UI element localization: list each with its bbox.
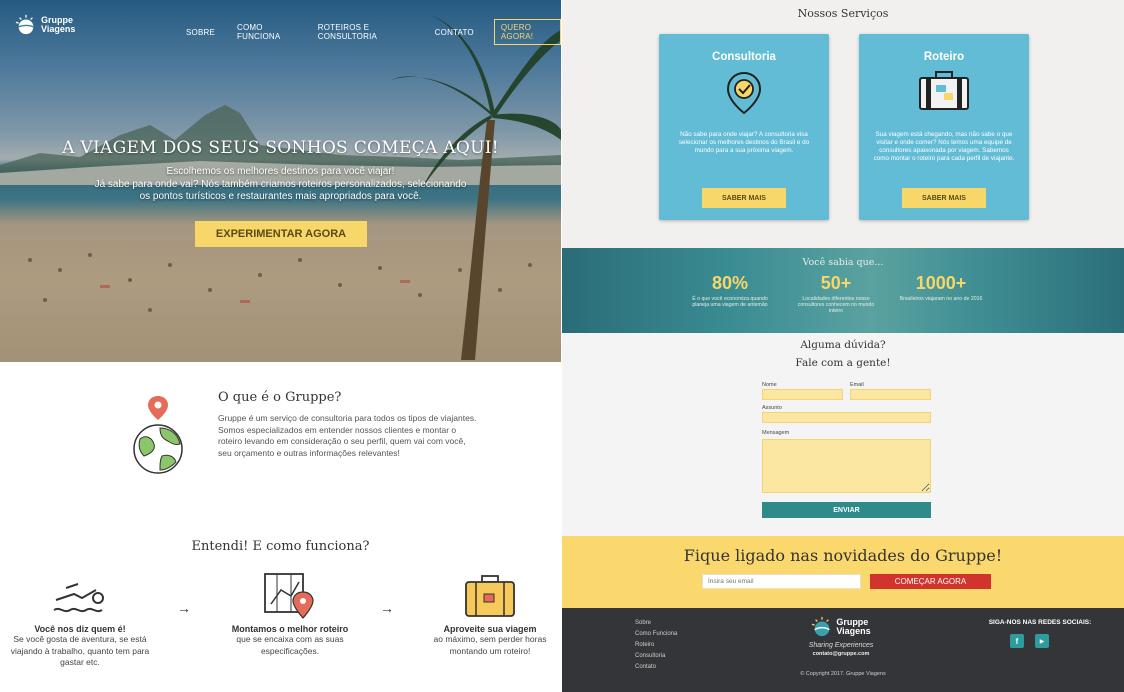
brand-logo[interactable]: Gruppe Viagens: [15, 14, 75, 36]
step-2: Montamos o melhor roteiro que se encaixa…: [215, 570, 365, 657]
stats-title: Você sabia que...: [802, 257, 884, 268]
footer-brand-line2: Viagens: [836, 626, 871, 636]
location-check-icon: [726, 71, 762, 115]
nav-link-sobre[interactable]: SOBRE: [186, 28, 215, 37]
hero-subtitle: Escolhemos os melhores destinos para voc…: [60, 166, 501, 204]
hero-title: A VIAGEM DOS SEUS SONHOS COMEÇA AQUI!: [62, 138, 499, 158]
about-title: O que é o Gruppe?: [218, 390, 342, 405]
service-card-desc: Não sabe para onde viajar? A consultoria…: [678, 131, 810, 154]
newsletter-section: Fique ligado nas novidades do Gruppe! CO…: [562, 536, 1124, 608]
service-card-title: Consultoria: [712, 51, 776, 63]
service-card-consultoria: Consultoria Não sabe para onde viajar? A…: [659, 34, 829, 220]
step-3-desc: ao máximo, sem perder horas montando um …: [433, 634, 547, 656]
stat-label: Brasileiros viajaram no ano de 2016: [899, 296, 983, 302]
stat-label: É o que você economiza quando planeja um…: [692, 296, 768, 309]
contact-title: Alguma dúvida?: [800, 339, 886, 351]
footer-links: Sobre Como Funciona Roteiro Consultoria …: [635, 618, 677, 673]
hero-subtitle-line3: os pontos turísticos e restaurantes mais…: [139, 191, 422, 202]
map-route-icon: [264, 573, 314, 619]
step-2-title: Montamos o melhor roteiro: [231, 624, 349, 634]
subject-label: Assunto: [762, 405, 782, 411]
step-1: Você nos diz quem é! Se você gosta de av…: [5, 574, 155, 669]
subject-field[interactable]: [762, 412, 931, 423]
newsletter-email-input[interactable]: [702, 574, 861, 589]
contact-section: Alguma dúvida? Fale com a gente! Nome Em…: [562, 333, 1124, 536]
stat-item: 50+ Localidades diferentes nosso consult…: [794, 273, 878, 315]
how-it-works-title: Entendi! E como funciona?: [191, 539, 370, 554]
nav-link-como-funciona[interactable]: COMO FUNCIONA: [237, 23, 296, 41]
stat-value: 50+: [820, 273, 852, 293]
footer-email[interactable]: contato@gruppe.com: [781, 651, 901, 657]
service-card-title: Roteiro: [923, 51, 965, 63]
footer-brand: Gruppe Viagens Sharing Experiences conta…: [781, 616, 901, 657]
swimmer-icon: [53, 583, 104, 613]
right-page: Nossos Serviços Consultoria Não sabe par…: [562, 0, 1124, 692]
services-title: Nossos Serviços: [797, 7, 889, 20]
stat-value: 1000+: [915, 273, 967, 293]
try-now-button[interactable]: EXPERIMENTAR AGORA: [195, 221, 367, 247]
hero-subtitle-line2: Já sabe para onde vai? Nós também criamo…: [94, 178, 467, 190]
step-2-desc: que se encaixa com as suas especificaçõe…: [236, 634, 344, 656]
step-1-title: Você nos diz quem é!: [34, 624, 126, 634]
arrow-icon: →: [177, 600, 191, 616]
left-page: Gruppe Viagens SOBRE COMO FUNCIONA ROTEI…: [0, 0, 561, 692]
stat-label: Localidades diferentes nosso consultores…: [797, 296, 875, 315]
message-field[interactable]: [762, 439, 931, 493]
footer: Sobre Como Funciona Roteiro Consultoria …: [562, 608, 1124, 692]
copyright: © Copyright 2017. Gruppe Viagens: [800, 671, 886, 677]
services-section: Nossos Serviços Consultoria Não sabe par…: [562, 0, 1124, 248]
top-nav: SOBRE COMO FUNCIONA ROTEIROS E CONSULTOR…: [186, 19, 561, 45]
hero-subtitle-line1: Escolhemos os melhores destinos para voc…: [166, 166, 395, 177]
newsletter-title: Fique ligado nas novidades do Gruppe!: [683, 546, 1003, 565]
globe-pin-icon: [133, 396, 183, 474]
gruppe-logo-icon: [15, 14, 34, 35]
youtube-icon[interactable]: ▶: [1035, 634, 1049, 648]
footer-link-sobre[interactable]: Sobre: [635, 618, 677, 629]
footer-link-consultoria[interactable]: Consultoria: [635, 651, 677, 662]
step-1-desc: Se você gosta de aventura, se está viaja…: [10, 634, 150, 667]
suitcase-icon: [919, 71, 969, 110]
facebook-icon[interactable]: f: [1010, 634, 1024, 648]
social-title: SIGA-NOS NAS REDES SOCIAIS:: [988, 619, 1092, 626]
name-label: Nome: [762, 382, 777, 388]
footer-link-roteiro[interactable]: Roteiro: [635, 640, 677, 651]
step-3-title: Aproveite sua viagem: [443, 624, 537, 634]
step-3: Aproveite sua viagem ao máximo, sem perd…: [415, 572, 561, 657]
service-card-roteiro: Roteiro Sua viagem está chegando, mas nã…: [859, 34, 1029, 220]
about-text: Gruppe é um serviço de consultoria para …: [218, 413, 477, 458]
gruppe-logo-icon: [812, 616, 831, 637]
arrow-icon: →: [380, 600, 394, 616]
name-field[interactable]: [762, 389, 843, 400]
hero-section: Gruppe Viagens SOBRE COMO FUNCIONA ROTEI…: [0, 0, 561, 362]
stat-item: 1000+ Brasileiros viajaram no ano de 201…: [899, 273, 983, 302]
stats-section: Você sabia que... 80% É o que você econo…: [562, 248, 1124, 333]
email-label: Email: [850, 382, 864, 388]
send-button[interactable]: ENVIAR: [762, 502, 931, 518]
footer-tagline: Sharing Experiences: [808, 642, 874, 649]
contact-subtitle: Fale com a gente!: [795, 357, 891, 369]
nav-cta-button[interactable]: QUERO AGORA!: [493, 19, 561, 45]
nav-link-contato[interactable]: CONTATO: [435, 28, 474, 37]
service-card-desc: Sua viagem está chegando, mas não sabe o…: [873, 131, 1015, 162]
stat-value: 80%: [711, 273, 749, 293]
subscribe-button[interactable]: COMEÇAR AGORA: [870, 574, 991, 589]
brand-name-line2: Viagens: [41, 24, 76, 34]
footer-link-como-funciona[interactable]: Como Funciona: [635, 629, 677, 640]
learn-more-button[interactable]: SABER MAIS: [702, 188, 786, 208]
stat-item: 80% É o que você economiza quando planej…: [688, 273, 772, 308]
email-field[interactable]: [850, 389, 931, 400]
message-label: Mensagem: [762, 430, 790, 436]
footer-logo[interactable]: Gruppe Viagens: [781, 616, 901, 638]
suitcase-icon: [465, 575, 515, 617]
nav-link-roteiros[interactable]: ROTEIROS E CONSULTORIA: [318, 23, 411, 41]
learn-more-button[interactable]: SABER MAIS: [902, 188, 986, 208]
